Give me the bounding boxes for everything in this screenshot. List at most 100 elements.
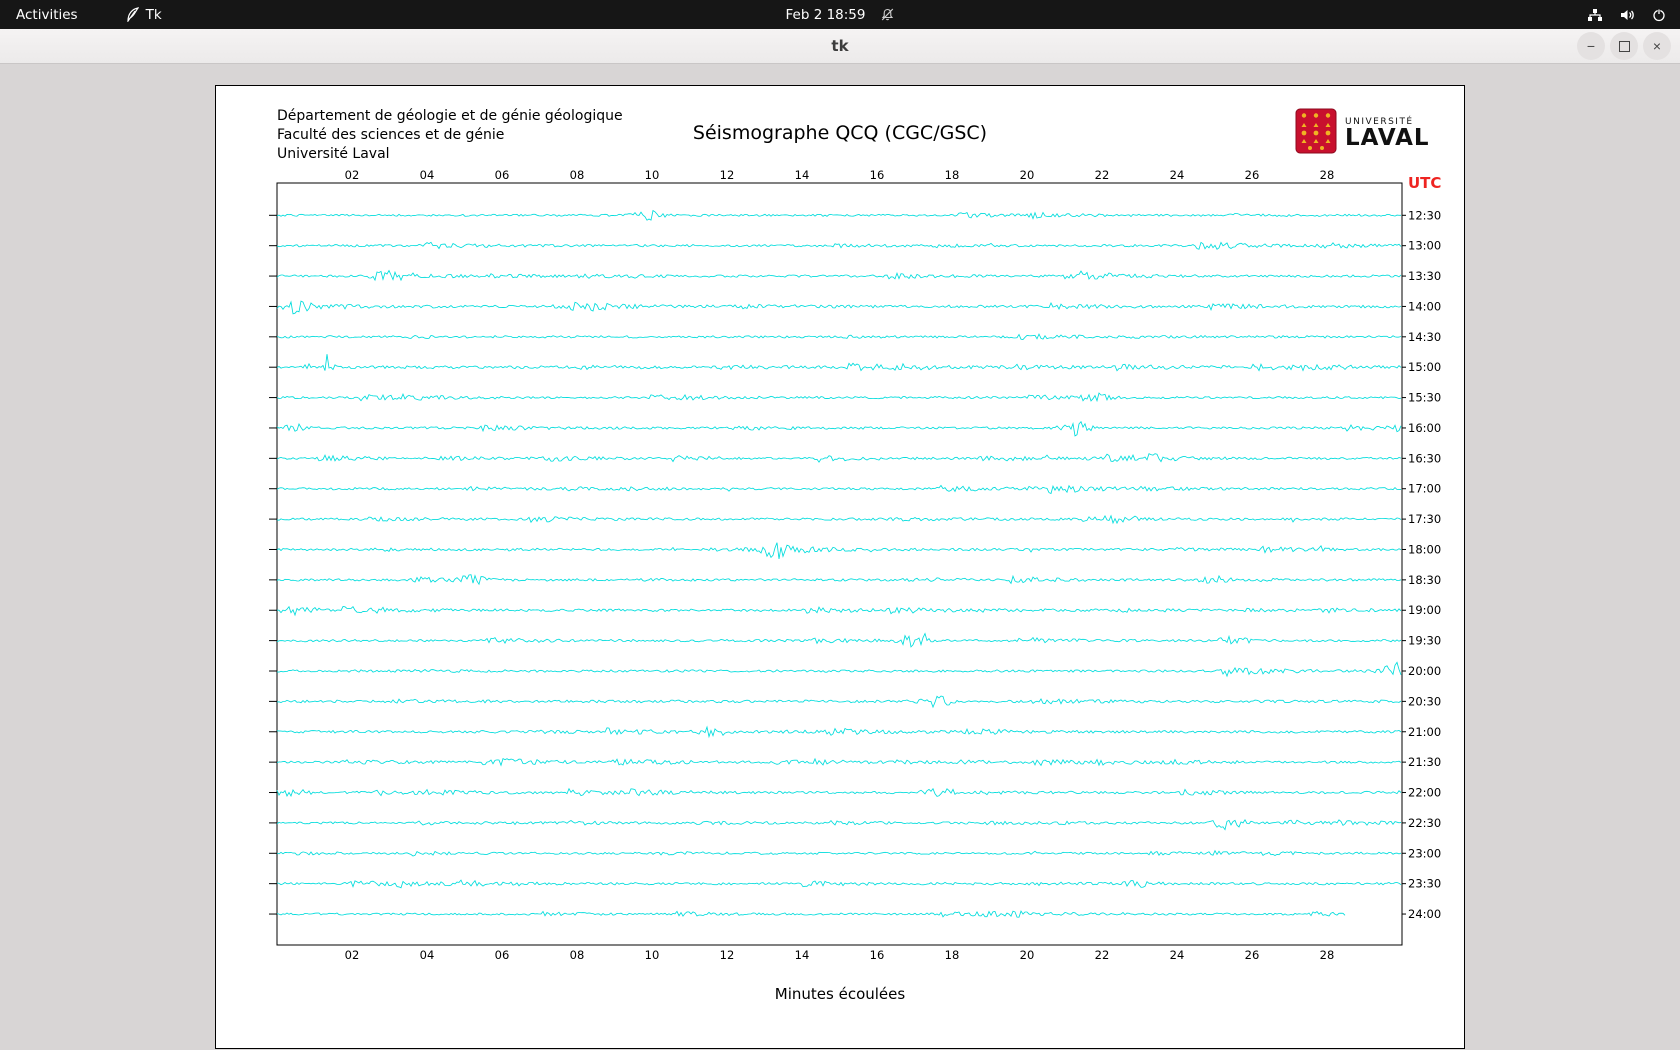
x-tick-label-bottom: 26 [1245,948,1260,962]
x-tick-label-bottom: 12 [720,948,735,962]
gnome-top-bar: Activities Tk Feb 2 18:59 [0,0,1680,29]
x-tick-label-bottom: 20 [1020,948,1035,962]
x-axis-title: Minutes écoulées [774,985,906,1003]
seismogram-trace [276,354,1402,372]
chart-title: Séismographe QCQ (CGC/GSC) [692,122,988,144]
system-tray[interactable] [1587,0,1666,29]
x-tick-label-bottom: 06 [495,948,510,962]
utc-time-label: 23:00 [1408,846,1441,860]
utc-time-label: 23:30 [1408,877,1441,891]
x-tick-label-top: 02 [345,168,360,182]
notifications-disabled-icon [881,8,894,21]
seismogram-trace [276,241,1402,250]
x-tick-label-bottom: 04 [420,948,435,962]
window-titlebar[interactable]: tk − × [0,29,1680,64]
utc-time-label: 19:30 [1408,634,1441,648]
x-tick-label-top: 12 [720,168,735,182]
x-tick-label-top: 22 [1095,168,1110,182]
utc-time-label: 17:00 [1408,482,1441,496]
x-tick-label-bottom: 22 [1095,948,1110,962]
seismogram-trace [276,695,1402,709]
maximize-button[interactable] [1610,32,1638,60]
utc-time-label: 13:00 [1408,239,1441,253]
seismogram-trace [276,757,1402,767]
focused-app-name: Tk [145,6,162,23]
seismogram-trace [276,632,1402,648]
x-tick-label-bottom: 14 [795,948,810,962]
utc-time-label: 20:30 [1408,694,1441,708]
utc-axis-label: UTC [1408,174,1442,192]
seismogram-trace [276,269,1402,282]
x-tick-label-top: 26 [1245,168,1260,182]
x-tick-label-top: 04 [420,168,435,182]
minimize-button[interactable]: − [1577,32,1605,60]
x-tick-label-top: 20 [1020,168,1035,182]
helicorder-plot: 02 02 04 04 06 06 08 08 10 10 12 12 14 14 16 16 18 18 20 20… [269,168,1441,962]
x-tick-label-bottom: 16 [870,948,885,962]
seismogram-trace [276,453,1402,463]
clock[interactable]: Feb 2 18:59 [786,7,866,23]
utc-time-label: 21:00 [1408,725,1441,739]
x-tick-label-bottom: 08 [570,948,585,962]
utc-time-label: 17:30 [1408,512,1441,526]
seismogram-trace [276,574,1402,586]
utc-time-label: 12:30 [1408,208,1441,222]
seismogram-trace [276,661,1402,678]
x-tick-label-top: 14 [795,168,810,182]
activities-button[interactable]: Activities [0,0,94,29]
logo-text-laval: LAVAL [1345,125,1430,151]
utc-time-label: 13:30 [1408,269,1441,283]
utc-time-label: 24:00 [1408,907,1441,921]
utc-time-label: 22:30 [1408,816,1441,830]
maximize-icon [1618,40,1630,52]
seismogram-trace [276,725,1402,739]
universite-laval-logo: UNIVERSITÉ LAVAL [1295,108,1430,158]
utc-time-label: 16:30 [1408,451,1441,465]
seismogram-trace [276,879,1402,889]
x-tick-label-bottom: 10 [645,948,660,962]
x-tick-label-bottom: 28 [1320,948,1335,962]
utc-time-label: 16:00 [1408,421,1441,435]
utc-time-label: 15:30 [1408,391,1441,405]
power-icon [1652,8,1666,22]
x-tick-label-top: 16 [870,168,885,182]
utc-time-label: 22:00 [1408,786,1441,800]
institution-line: Université Laval [277,146,390,162]
seismogram-trace [276,849,1402,857]
seismogram-trace [276,910,1346,918]
x-tick-label-top: 28 [1320,168,1335,182]
volume-icon [1620,8,1635,22]
seismogram-trace [276,209,1401,221]
network-icon [1587,8,1603,22]
window-title: tk [831,37,849,55]
close-button[interactable]: × [1643,32,1671,60]
laval-shield-icon [1295,108,1337,158]
x-tick-label-bottom: 24 [1170,948,1185,962]
x-tick-label-top: 18 [945,168,960,182]
x-tick-label-top: 06 [495,168,510,182]
seismogram-trace [276,300,1402,315]
utc-time-label: 20:00 [1408,664,1441,678]
seismogram-trace [277,605,1402,617]
x-tick-label-bottom: 02 [345,948,360,962]
seismogram-trace [276,787,1402,798]
utc-time-label: 14:30 [1408,330,1441,344]
utc-time-label: 18:30 [1408,573,1441,587]
seismogram-trace [276,484,1402,495]
minimize-icon: − [1586,38,1596,54]
x-tick-label-bottom: 18 [945,948,960,962]
plot-border [276,182,1403,946]
utc-time-label: 15:00 [1408,360,1441,374]
x-tick-label-top: 10 [645,168,660,182]
seismogram-trace [276,514,1402,525]
focused-app-menu[interactable]: Tk [116,0,172,29]
x-tick-label-top: 24 [1170,168,1185,182]
seismogram-trace [276,542,1402,559]
seismogram-trace [276,420,1402,437]
seismogram-trace [276,818,1402,831]
seismogram-trace [276,333,1402,340]
seismograph-canvas: 02 02 04 04 06 06 08 08 10 10 12 12 14 14 16 16 18 18 20 20… [215,85,1465,1049]
seismogram-trace [276,392,1402,403]
x-tick-label-top: 08 [570,168,585,182]
close-icon: × [1652,38,1662,54]
